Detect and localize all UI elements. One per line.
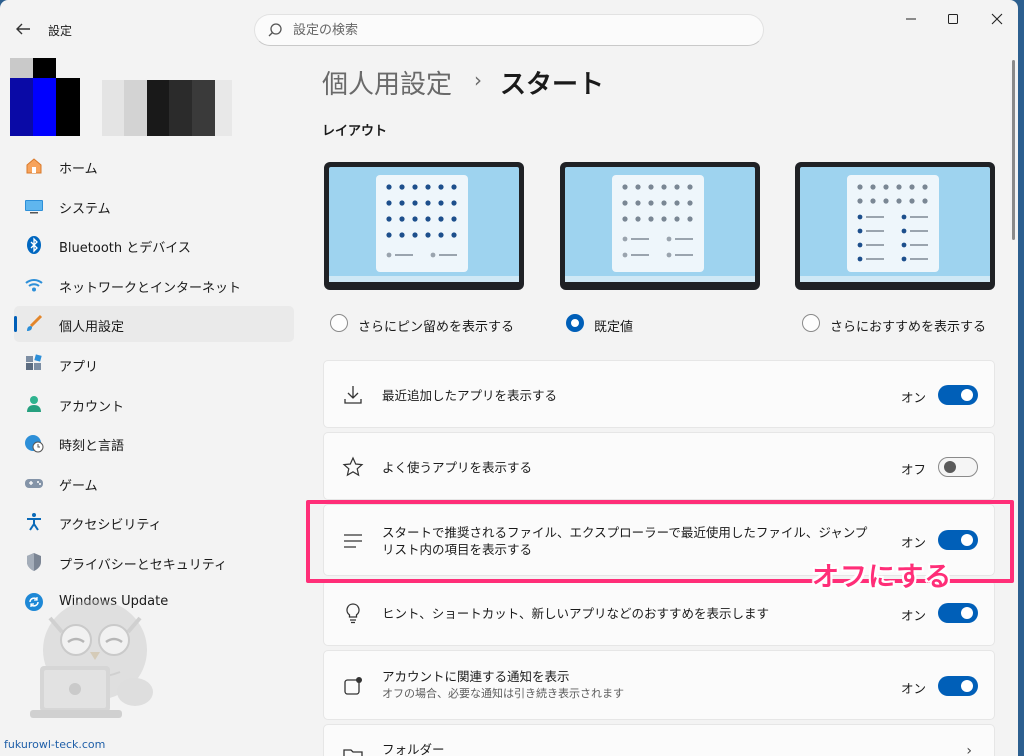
radio-label: さらにおすすめを表示する (830, 320, 987, 335)
scrollbar[interactable] (1012, 60, 1015, 240)
layout-preview-more-recommendations[interactable] (795, 162, 995, 290)
toggle-knob (961, 389, 973, 401)
setting-label: 最近追加したアプリを表示する (382, 388, 558, 403)
lightbulb-icon (342, 602, 364, 624)
layout-heading: レイアウト (322, 124, 388, 139)
radio-button[interactable] (802, 314, 820, 332)
chevron-right-icon: › (966, 743, 972, 756)
sidebar-item-label: プライバシーとセキュリティ (59, 557, 227, 573)
sidebar-item-apps[interactable]: アプリ (14, 346, 294, 382)
setting-label: フォルダー (382, 742, 445, 756)
home-icon (24, 156, 44, 176)
monitor-icon (24, 196, 44, 216)
radio-label: さらにピン留めを表示する (358, 320, 515, 335)
layout-screen (565, 167, 755, 282)
radio-button[interactable] (330, 314, 348, 332)
close-icon[interactable] (988, 12, 1006, 30)
shield-icon (24, 552, 44, 572)
sidebar-item-label: 時刻と言語 (59, 439, 125, 455)
sidebar-item-label: Bluetooth とデバイス (59, 241, 191, 257)
most-used-apps-toggle[interactable] (938, 457, 978, 477)
toggle-state-label: オン (900, 608, 926, 623)
setting-account-notifications: アカウントに関連する通知を表示 オフの場合、必要な通知は引き続き表示されます オ… (323, 650, 995, 720)
account-notifications-toggle[interactable] (938, 676, 978, 696)
sidebar-item-bluetooth[interactable]: Bluetooth とデバイス (14, 227, 294, 263)
toggle-knob (944, 461, 956, 473)
sidebar-item-label: システム (59, 201, 111, 217)
active-indicator (14, 316, 17, 333)
gamepad-icon (24, 473, 44, 493)
layout-preview-default[interactable] (560, 162, 760, 290)
sidebar-item-label: アクセシビリティ (59, 518, 162, 534)
search-icon (267, 22, 283, 38)
page-title: スタート (500, 70, 605, 100)
setting-title: アカウントに関連する通知を表示 (382, 669, 570, 684)
sidebar-item-label: アカウント (59, 399, 125, 415)
back-arrow-icon[interactable] (14, 20, 32, 38)
setting-label: アカウントに関連する通知を表示 オフの場合、必要な通知は引き続き表示されます (382, 668, 882, 702)
sidebar-item-network[interactable]: ネットワークとインターネット (14, 267, 294, 303)
sidebar-item-system[interactable]: システム (14, 188, 294, 224)
sidebar-item-label: 個人用設定 (59, 320, 125, 336)
title-bar: 設定 (0, 0, 1018, 48)
toggle-knob (961, 607, 973, 619)
sidebar-item-accessibility[interactable]: アクセシビリティ (14, 504, 294, 540)
owl-mascot-watermark (20, 588, 170, 728)
search-input[interactable] (293, 21, 733, 39)
avatar[interactable] (10, 58, 80, 136)
layout-screen (800, 167, 990, 282)
minimize-icon[interactable] (902, 12, 920, 30)
layout-taskbar (565, 276, 755, 282)
bluetooth-icon (24, 235, 44, 255)
layout-taskbar (800, 276, 990, 282)
setting-label: ヒント、ショートカット、新しいアプリなどのおすすめを表示します (382, 606, 770, 621)
setting-folders[interactable]: フォルダー › (323, 724, 995, 756)
setting-recently-added-apps: 最近追加したアプリを表示する オン (323, 360, 995, 428)
app-title: 設定 (48, 24, 73, 38)
sidebar-item-label: ゲーム (59, 478, 98, 494)
sidebar-item-label: ホーム (59, 162, 98, 177)
brush-icon (24, 314, 44, 334)
tips-shortcuts-toggle[interactable] (938, 603, 978, 623)
sidebar-item-home[interactable]: ホーム (14, 148, 294, 184)
download-icon (342, 384, 364, 406)
star-icon (342, 456, 364, 478)
globe-clock-icon (24, 433, 44, 453)
sidebar-item-label: ネットワークとインターネット (59, 280, 242, 296)
toggle-state-label: オフ (900, 462, 926, 477)
toggle-knob (961, 680, 973, 692)
account-notification-icon (342, 675, 364, 697)
annotation-text: オフにする (812, 562, 953, 593)
accessibility-icon (24, 512, 44, 532)
setting-description: オフの場合、必要な通知は引き続き表示されます (382, 687, 624, 700)
radio-label: 既定値 (594, 320, 634, 335)
layout-screen (329, 167, 519, 282)
sidebar-nav: ホーム システム Bluetooth とデバイス ネットワークとインターネット (14, 148, 294, 623)
person-icon (24, 394, 44, 414)
user-name-redacted (102, 80, 232, 136)
recently-added-apps-toggle[interactable] (938, 385, 978, 405)
sidebar-item-label: アプリ (59, 359, 99, 375)
sidebar-item-personalization[interactable]: 個人用設定 (14, 306, 294, 343)
sidebar-item-gaming[interactable]: ゲーム (14, 465, 294, 501)
radio-button-selected[interactable] (566, 314, 584, 332)
setting-label: よく使うアプリを表示する (382, 460, 533, 475)
toggle-state-label: オン (900, 681, 926, 696)
sidebar-item-privacy[interactable]: プライバシーとセキュリティ (14, 544, 294, 580)
breadcrumb-separator: › (474, 68, 482, 92)
sidebar-item-time-language[interactable]: 時刻と言語 (14, 425, 294, 461)
sidebar-item-accounts[interactable]: アカウント (14, 386, 294, 422)
layout-preview-more-pins[interactable] (324, 162, 524, 290)
layout-taskbar (329, 276, 519, 282)
toggle-state-label: オン (900, 390, 926, 405)
maximize-icon[interactable] (944, 12, 962, 30)
folder-icon (342, 745, 364, 756)
settings-window: 設定 設定の検索 ホーム システム Bluetooth とデバイス ネットワーク… (0, 0, 1018, 756)
site-watermark: fukurowl-teck.com (4, 738, 106, 751)
breadcrumb-parent[interactable]: 個人用設定 (322, 64, 452, 101)
setting-most-used-apps: よく使うアプリを表示する オフ (323, 432, 995, 500)
apps-icon (24, 354, 44, 374)
search-box[interactable] (254, 14, 764, 46)
wifi-icon (24, 275, 44, 295)
